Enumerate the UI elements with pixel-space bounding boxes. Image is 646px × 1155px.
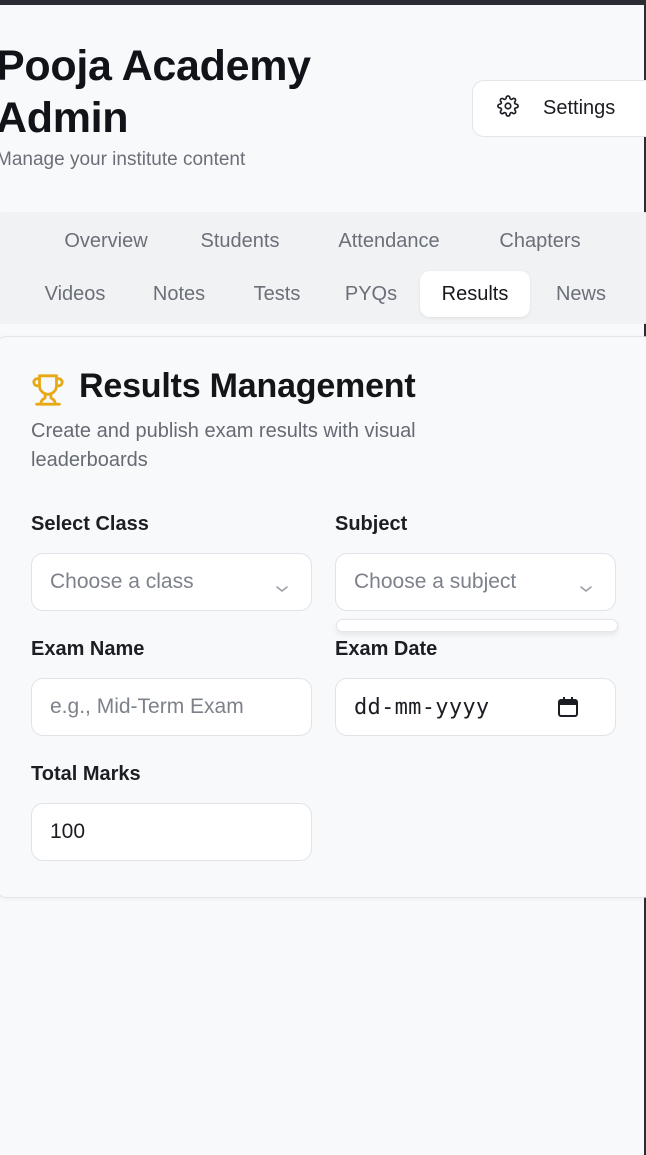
total-marks-value: 100: [50, 820, 86, 843]
select-class-placeholder: Choose a class: [50, 570, 194, 593]
page-subtitle: Manage your institute content: [0, 149, 246, 170]
exam-date-input[interactable]: dd-mm-yyyy: [335, 678, 616, 736]
results-title: Results Management: [79, 367, 416, 405]
exam-date-label: Exam Date: [335, 638, 438, 660]
chevron-down-icon: [275, 576, 289, 592]
tab-tests[interactable]: Tests: [238, 271, 316, 317]
gear-icon: [497, 94, 519, 123]
exam-name-label: Exam Name: [31, 638, 145, 660]
subject-dropdown[interactable]: Choose a subject: [335, 553, 616, 611]
subject-dropdown-menu: [336, 619, 618, 632]
tab-overview[interactable]: Overview: [48, 218, 164, 264]
tab-students[interactable]: Students: [182, 218, 298, 264]
total-marks-label: Total Marks: [31, 763, 141, 785]
tab-notes[interactable]: Notes: [140, 271, 218, 317]
tab-attendance[interactable]: Attendance: [316, 218, 462, 264]
exam-name-input[interactable]: e.g., Mid-Term Exam: [31, 678, 312, 736]
page-title: Pooja Academy Admin: [0, 42, 311, 142]
tab-results[interactable]: Results: [420, 271, 530, 317]
window-top-border: [0, 0, 646, 5]
tab-bar: Overview Students Attendance Chapters Vi…: [0, 212, 646, 324]
tab-pyqs[interactable]: PYQs: [334, 271, 408, 317]
select-class-label: Select Class: [31, 513, 149, 535]
total-marks-input[interactable]: 100: [31, 803, 312, 861]
calendar-icon[interactable]: [557, 696, 579, 718]
subject-label: Subject: [335, 513, 408, 535]
tab-news[interactable]: News: [544, 271, 618, 317]
results-description: Create and publish exam results with vis…: [31, 420, 416, 471]
subject-placeholder: Choose a subject: [354, 570, 517, 593]
tab-chapters[interactable]: Chapters: [480, 218, 600, 264]
select-class-dropdown[interactable]: Choose a class: [31, 553, 312, 611]
settings-button[interactable]: Settings: [472, 80, 646, 137]
exam-date-placeholder: dd-mm-yyyy: [354, 694, 490, 720]
settings-button-label: Settings: [543, 97, 616, 119]
trophy-icon: [31, 372, 65, 408]
exam-name-placeholder: e.g., Mid-Term Exam: [50, 695, 244, 718]
chevron-down-icon: [579, 576, 593, 592]
tab-videos[interactable]: Videos: [28, 271, 122, 317]
